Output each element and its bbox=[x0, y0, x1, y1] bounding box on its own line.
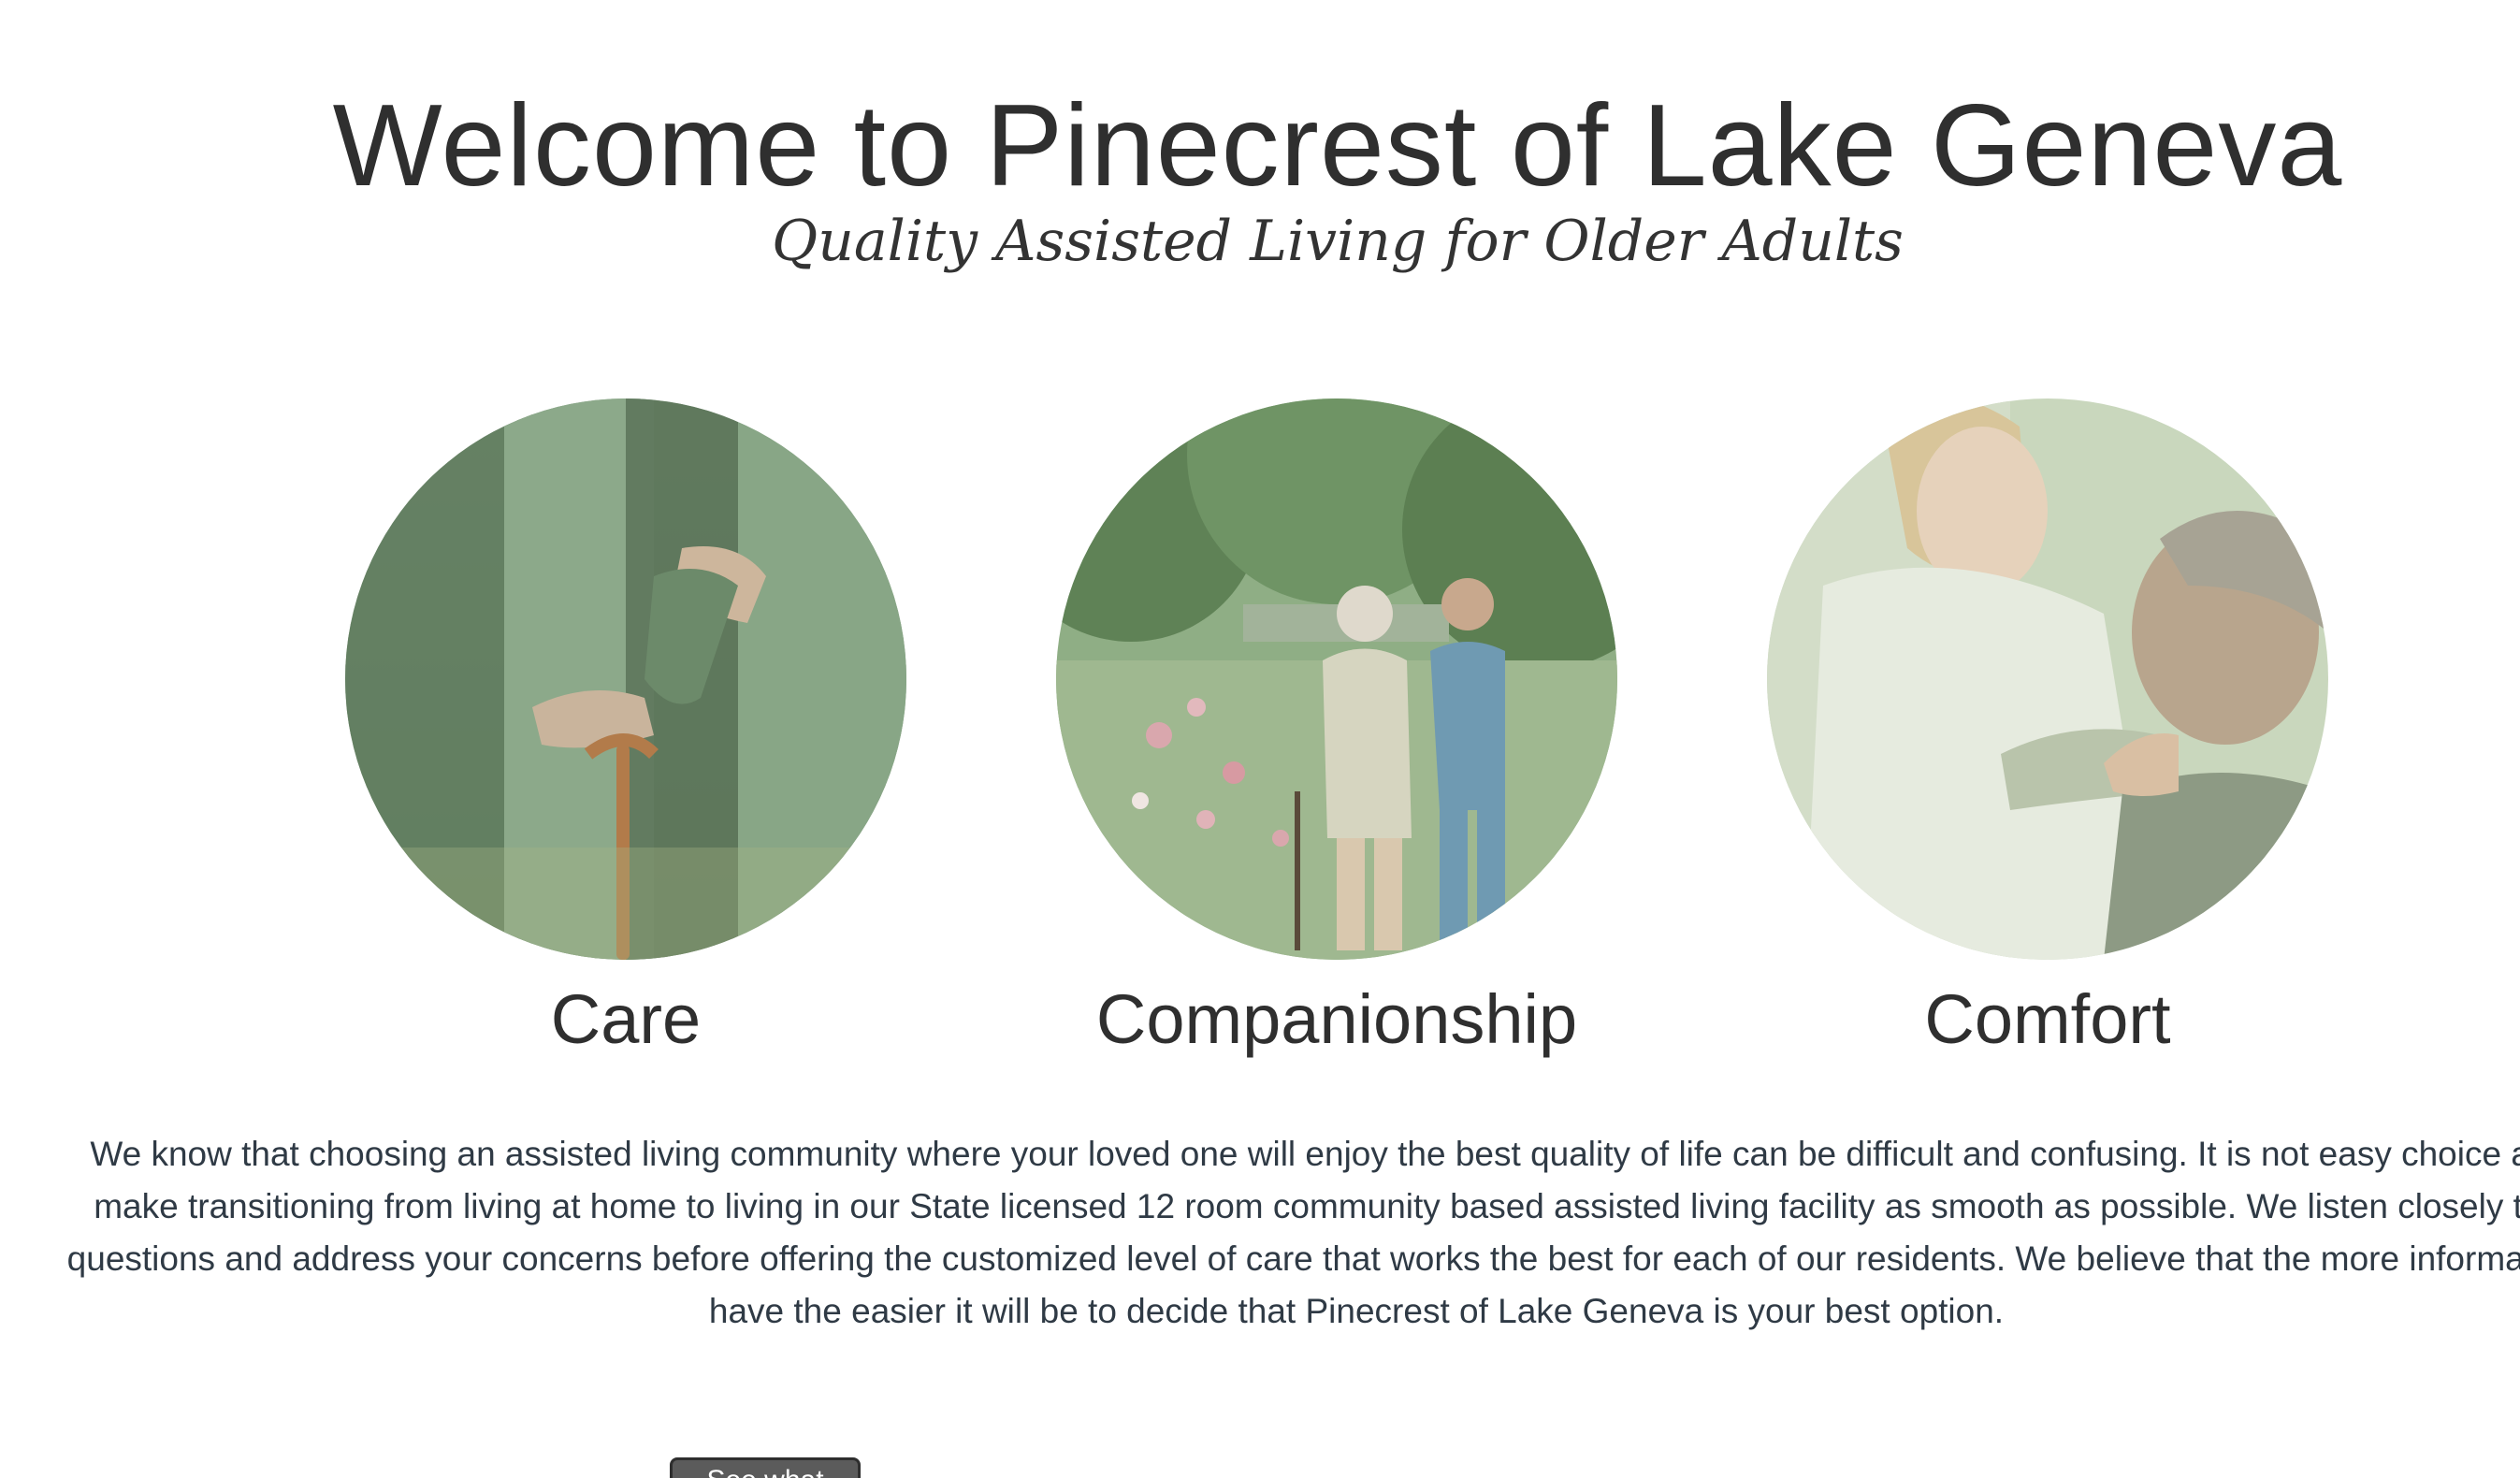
companionship-photo-illustration bbox=[1056, 398, 1617, 960]
intro-paragraph: We know that choosing an assisted living… bbox=[66, 1135, 2520, 1330]
feature-label-companionship: Companionship bbox=[1095, 980, 1578, 1058]
feature-label-care: Care bbox=[550, 980, 702, 1058]
page: Welcome to Pinecrest of Lake Geneva Qual… bbox=[0, 0, 2520, 1478]
comfort-photo-illustration bbox=[1767, 398, 2328, 960]
see-what-button[interactable]: See what bbox=[670, 1457, 861, 1478]
care-image bbox=[345, 398, 906, 960]
comfort-image bbox=[1767, 398, 2328, 960]
feature-comfort: Comfort bbox=[1767, 398, 2328, 1065]
feature-companionship: Companionship bbox=[1056, 398, 1617, 1065]
page-subtitle: Quality Assisted Living for Older Adults bbox=[772, 209, 1904, 274]
companionship-image bbox=[1056, 398, 1617, 960]
page-title: Welcome to Pinecrest of Lake Geneva bbox=[332, 81, 2343, 210]
care-photo-illustration bbox=[345, 398, 906, 960]
feature-care: Care bbox=[345, 398, 906, 1065]
feature-label-comfort: Comfort bbox=[1924, 980, 2171, 1058]
